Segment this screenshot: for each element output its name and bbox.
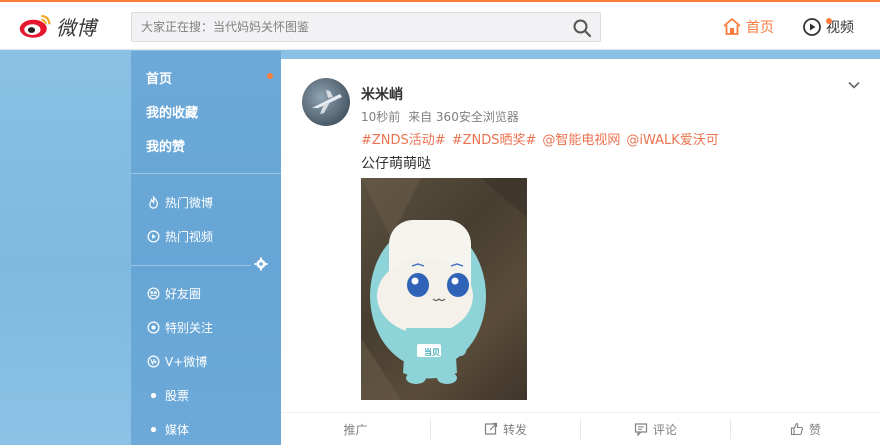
top-header: 微博 首页 视频 xyxy=(0,2,880,50)
video-notification-dot xyxy=(826,18,832,24)
comment-label: 评论 xyxy=(652,422,677,437)
sidebar-item-label: 股票 xyxy=(165,388,190,403)
sidebar-item-label: 热门视频 xyxy=(165,229,214,244)
sidebar-item-label: 特别关注 xyxy=(165,320,214,335)
post-username[interactable]: 米米峭 xyxy=(361,84,403,104)
sidebar-item-hot-weibo[interactable]: 热门微博 xyxy=(131,187,281,217)
friends-icon xyxy=(146,286,160,300)
sidebar-item-home[interactable]: 首页 xyxy=(131,62,281,92)
sidebar-item-friends[interactable]: 好友圈 xyxy=(131,278,281,308)
sidebar-item-label: 媒体 xyxy=(165,422,190,437)
home-icon xyxy=(723,18,741,35)
post-image[interactable]: 当贝 xyxy=(361,178,527,400)
sidebar-item-label: 首页 xyxy=(146,71,173,87)
post-meta: 10秒前 来自 360安全浏览器 xyxy=(361,108,523,125)
sidebar-item-stocks[interactable]: 股票 xyxy=(131,380,281,410)
sidebar-item-label: 热门微博 xyxy=(165,195,214,210)
dot-icon xyxy=(146,388,160,402)
post-tags: #ZNDS活动# #ZNDS晒奖# @智能电视网 @iWALK爱沃可 xyxy=(361,129,725,148)
repost-icon xyxy=(484,422,498,435)
like-button[interactable]: 赞 xyxy=(731,419,880,439)
sidebar-item-vplus[interactable]: V+微博 xyxy=(131,346,281,376)
plush-toy-image xyxy=(361,178,527,400)
sidebar-item-favorites[interactable]: 我的收藏 xyxy=(131,96,281,126)
avatar[interactable] xyxy=(302,78,350,126)
play-icon xyxy=(146,229,160,243)
comment-icon xyxy=(634,423,648,436)
flame-icon xyxy=(146,195,160,209)
hashtag-link[interactable]: #ZNDS活动# xyxy=(361,133,446,148)
post-actions-bar: 推广 转发 评论 赞 xyxy=(281,412,880,445)
gear-icon[interactable] xyxy=(254,257,268,271)
sidebar-item-label: 好友圈 xyxy=(165,286,202,301)
comment-button[interactable]: 评论 xyxy=(581,419,731,439)
eye-icon xyxy=(146,320,160,334)
nav-home-label: 首页 xyxy=(746,20,774,36)
left-sidebar: 首页 我的收藏 我的赞 热门微博 热门视频 好友圈 特别关注 V+微博 股票 媒… xyxy=(131,51,281,445)
mention-link[interactable]: @智能电视网 xyxy=(542,133,620,148)
video-play-icon xyxy=(803,18,821,36)
sidebar-item-likes[interactable]: 我的赞 xyxy=(131,130,281,160)
nav-home-link[interactable]: 首页 xyxy=(722,16,774,38)
airplane-avatar-icon xyxy=(312,90,342,114)
sidebar-item-label: 我的收藏 xyxy=(146,105,199,121)
promote-button[interactable]: 推广 xyxy=(281,419,431,439)
plush-badge-text: 当贝 xyxy=(424,348,440,357)
chevron-down-icon[interactable] xyxy=(846,77,862,93)
thumbs-up-icon xyxy=(790,422,803,436)
sidebar-divider xyxy=(131,173,281,174)
post-text: 公仔萌萌哒 xyxy=(361,156,431,172)
weibo-post-card: 米米峭 10秒前 来自 360安全浏览器 #ZNDS活动# #ZNDS晒奖# @智能… xyxy=(281,59,880,445)
sidebar-divider xyxy=(131,265,251,266)
search-input[interactable] xyxy=(132,13,562,41)
weibo-logo[interactable]: 微博 xyxy=(18,10,108,42)
sidebar-item-label: V+微博 xyxy=(165,354,208,369)
logo-text: 微博 xyxy=(56,15,96,40)
hashtag-link[interactable]: #ZNDS晒奖# xyxy=(452,133,537,148)
search-icon[interactable] xyxy=(572,18,592,38)
promote-label: 推广 xyxy=(343,422,368,437)
dot-icon xyxy=(146,422,160,436)
sidebar-home-dot xyxy=(267,73,273,79)
repost-label: 转发 xyxy=(502,422,527,437)
like-label: 赞 xyxy=(808,422,821,437)
sidebar-item-label: 我的赞 xyxy=(146,139,186,155)
mention-link[interactable]: @iWALK爱沃可 xyxy=(626,133,718,148)
sidebar-item-hot-video[interactable]: 热门视频 xyxy=(131,221,281,251)
weibo-logo-icon xyxy=(19,15,51,38)
sidebar-item-special-follow[interactable]: 特别关注 xyxy=(131,312,281,342)
post-time[interactable]: 10秒前 xyxy=(361,110,400,124)
search-box xyxy=(131,12,601,42)
vplus-icon xyxy=(146,354,160,368)
repost-button[interactable]: 转发 xyxy=(431,419,581,439)
sidebar-item-media[interactable]: 媒体 xyxy=(131,414,281,444)
post-source: 来自 360安全浏览器 xyxy=(408,110,519,124)
